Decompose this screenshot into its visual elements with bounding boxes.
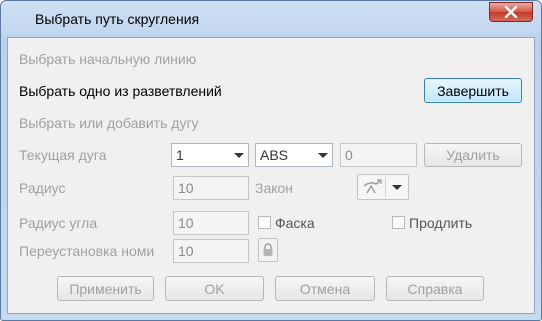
help-button[interactable]: Справка bbox=[386, 276, 484, 301]
mode-select[interactable]: ABS bbox=[255, 143, 333, 167]
lock-button[interactable] bbox=[258, 238, 278, 262]
mode-value: ABS bbox=[260, 147, 289, 163]
radius-label: Радиус bbox=[19, 180, 66, 196]
finish-button[interactable]: Завершить bbox=[424, 78, 522, 103]
law-icon bbox=[363, 179, 382, 194]
radius-field[interactable]: 10 bbox=[173, 176, 249, 200]
mode-number-field[interactable]: 0 bbox=[340, 143, 417, 167]
chamfer-label: Фаска bbox=[275, 215, 315, 231]
reset-label: Переустановка номи bbox=[19, 243, 155, 259]
step-start-line[interactable]: Выбрать начальную линию bbox=[19, 51, 196, 67]
step-branch[interactable]: Выбрать одно из разветвлений bbox=[19, 83, 222, 99]
current-arc-value: 1 bbox=[176, 147, 184, 163]
chevron-down-icon bbox=[392, 185, 402, 190]
current-arc-label: Текущая дуга bbox=[19, 147, 107, 163]
close-button[interactable] bbox=[489, 2, 533, 22]
close-icon bbox=[504, 6, 518, 18]
delete-button[interactable]: Удалить bbox=[424, 143, 522, 167]
step-arc[interactable]: Выбрать или добавить дугу bbox=[19, 115, 199, 131]
window-title: Выбрать путь скругления bbox=[35, 11, 200, 27]
extend-checkbox[interactable] bbox=[392, 216, 405, 229]
current-arc-select[interactable]: 1 bbox=[171, 143, 249, 167]
chevron-down-icon bbox=[234, 153, 244, 158]
apply-button[interactable]: Применить bbox=[57, 276, 154, 301]
cancel-button[interactable]: Отмена bbox=[275, 276, 375, 301]
law-dropdown-button[interactable] bbox=[357, 174, 409, 200]
angle-radius-label: Радиус угла bbox=[19, 215, 98, 231]
angle-radius-field[interactable]: 10 bbox=[173, 211, 249, 235]
ok-button[interactable]: OK bbox=[165, 276, 264, 301]
reset-field[interactable]: 10 bbox=[173, 239, 249, 263]
chevron-down-icon bbox=[318, 153, 328, 158]
chamfer-checkbox[interactable] bbox=[258, 216, 271, 229]
law-divider bbox=[385, 177, 386, 197]
law-label: Закон bbox=[255, 180, 294, 196]
lock-icon bbox=[263, 243, 273, 256]
extend-label: Продлить bbox=[409, 215, 473, 231]
